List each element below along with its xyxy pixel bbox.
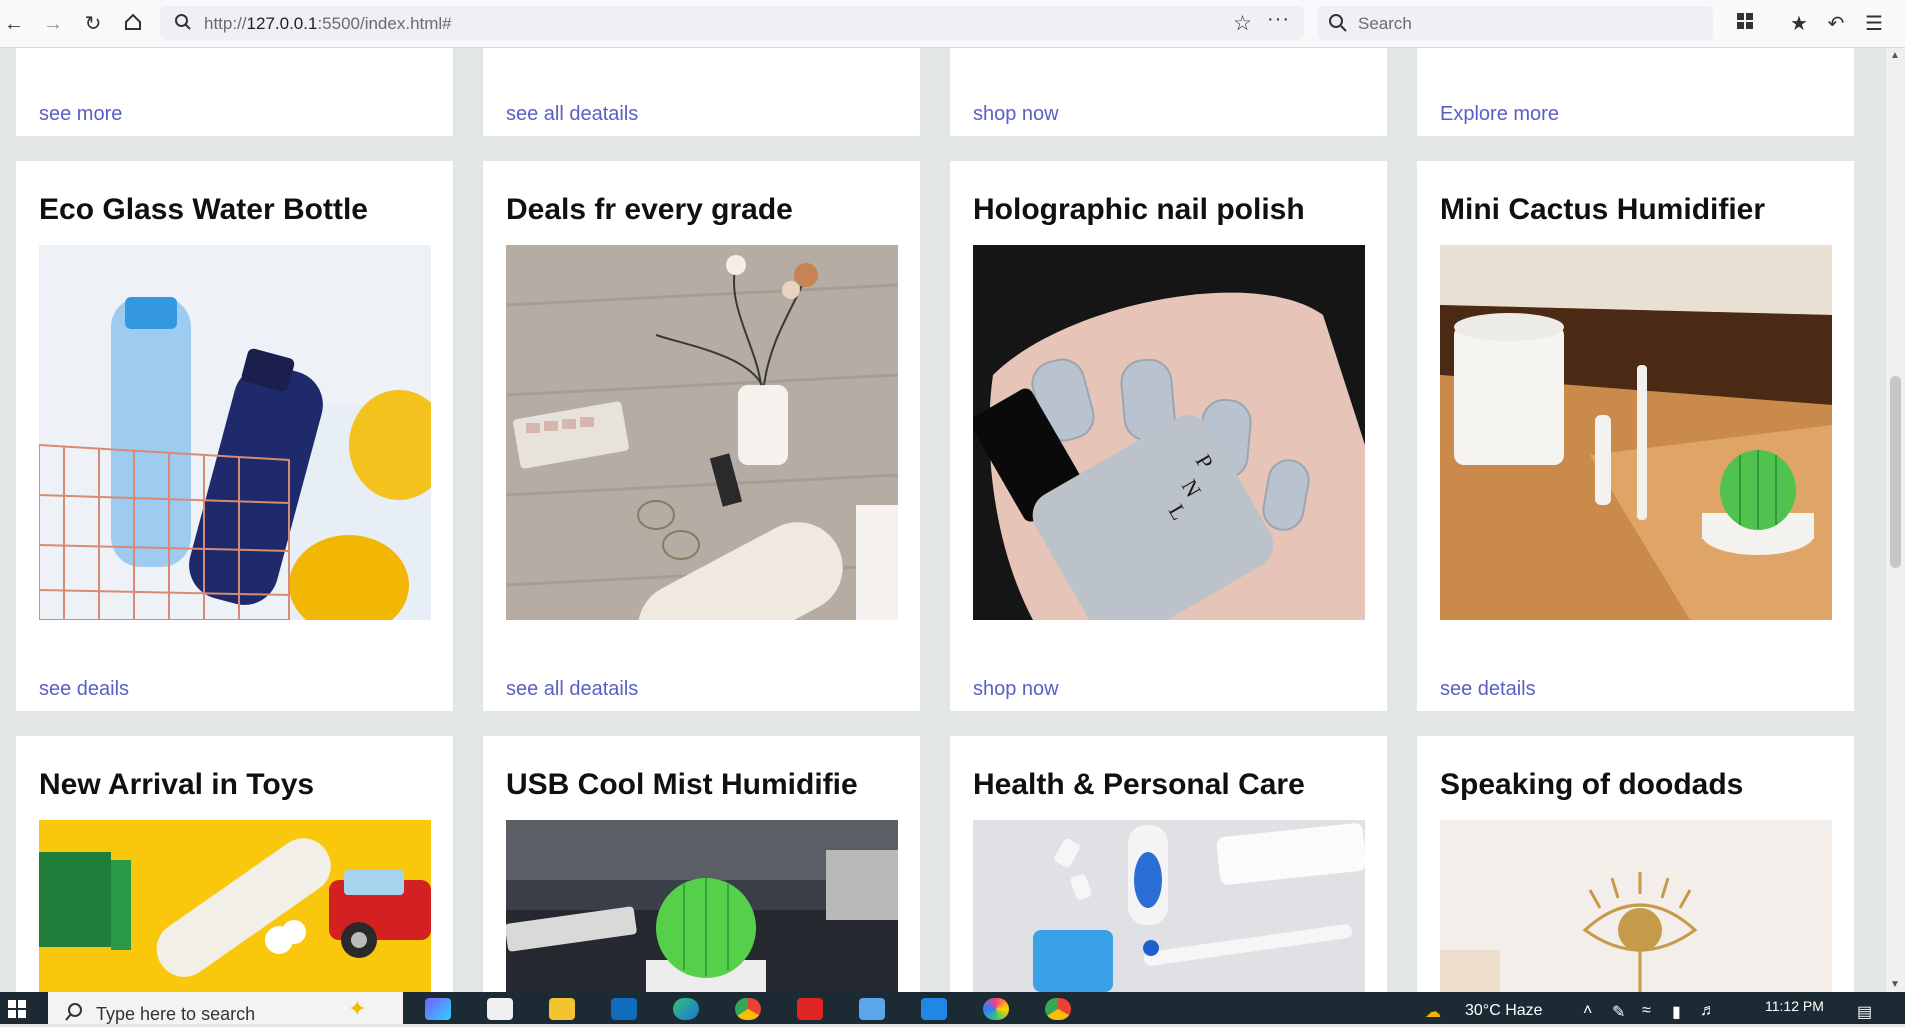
product-card-usb-cool-mist-humidifier: USB Cool Mist Humidifie [483, 736, 920, 992]
history-undo-icon[interactable]: ↶ [1824, 12, 1848, 36]
more-actions-icon[interactable]: ··· [1267, 8, 1290, 31]
wifi-icon[interactable]: ≈ [1642, 1002, 1651, 1020]
address-bar[interactable]: http://127.0.0.1:5500/index.html# ☆ ··· [160, 6, 1304, 40]
volume-icon[interactable]: ♬ [1700, 1002, 1716, 1020]
product-card: shop now [950, 48, 1387, 136]
see-all-details-link[interactable]: see all deatails [506, 103, 638, 126]
deals-every-grade-image[interactable] [506, 245, 898, 620]
wps-office-app-icon[interactable] [797, 998, 823, 1020]
page-content: see more see all deatails shop now Explo… [0, 48, 1886, 992]
taskbar-search-box[interactable]: Type here to search ✦ [48, 992, 403, 1024]
firefox-app-icon[interactable] [983, 998, 1009, 1020]
card-title: Mini Cactus Humidifier [1440, 193, 1766, 226]
card-title: Holographic nail polish [973, 193, 1305, 226]
product-card-deals-every-grade: Deals fr every grade see all deatails [483, 161, 920, 711]
mini-cactus-humidifier-image[interactable] [1440, 245, 1832, 620]
chrome-app-icon[interactable] [735, 998, 761, 1020]
weather-icon: ☁ [1425, 1004, 1441, 1021]
product-card-health-personal-care: Health & Personal Care [950, 736, 1387, 992]
battery-icon[interactable]: ▮ [1672, 1002, 1681, 1022]
explore-more-link[interactable]: Explore more [1440, 103, 1559, 126]
scrollbar-thumb[interactable] [1890, 376, 1901, 568]
weather-text[interactable]: 30°C Haze [1465, 1002, 1543, 1020]
product-card: see more [16, 48, 453, 136]
browser-toolbar: ← → ↻ http://127.0.0.1:5500/index.html# … [0, 0, 1905, 48]
notes-app-icon[interactable] [859, 998, 885, 1020]
scroll-up-arrow-icon[interactable]: ▲ [1890, 50, 1900, 61]
see-details-link[interactable]: see details [1440, 678, 1536, 701]
card-title: USB Cool Mist Humidifie [506, 768, 858, 801]
new-arrival-toys-image[interactable] [39, 820, 431, 992]
card-title: New Arrival in Toys [39, 768, 315, 801]
health-personal-care-image[interactable] [973, 820, 1365, 992]
product-card-speaking-of-doodads: Speaking of doodads [1417, 736, 1854, 992]
reload-icon[interactable]: ↻ [81, 12, 105, 36]
forward-arrow-icon[interactable]: → [41, 12, 65, 36]
usb-cool-mist-humidifier-image[interactable] [506, 820, 898, 992]
see-more-link[interactable]: see more [39, 103, 122, 126]
taskbar-search-placeholder: Type here to search [96, 1004, 256, 1024]
product-card-mini-cactus-humidifier: Mini Cactus Humidifier see details [1417, 161, 1854, 711]
product-card: see all deatails [483, 48, 920, 136]
card-title: Eco Glass Water Bottle [39, 193, 368, 226]
scroll-down-arrow-icon[interactable]: ▼ [1890, 979, 1900, 990]
pen-icon[interactable]: ✎ [1612, 1002, 1625, 1022]
see-details-link[interactable]: see deails [39, 678, 129, 701]
url-text: http://127.0.0.1:5500/index.html# [204, 14, 452, 33]
product-card: Explore more [1417, 48, 1854, 136]
sparkle-icon: ✦ [348, 996, 367, 1021]
holographic-nail-polish-image[interactable]: LNP [973, 245, 1365, 620]
card-title: Health & Personal Care [973, 768, 1305, 801]
eco-glass-bottle-image[interactable] [39, 245, 431, 620]
show-hidden-icons-chevron-icon[interactable]: ˄ [1583, 1002, 1592, 1020]
shop-now-link[interactable]: shop now [973, 103, 1059, 126]
clock-time[interactable]: 11:12 PM [1765, 998, 1824, 1014]
copilot-app-icon[interactable] [425, 998, 451, 1020]
search-icon [1328, 13, 1348, 38]
search-bar[interactable]: Search [1318, 6, 1713, 40]
windows-start-icon[interactable] [8, 1000, 26, 1023]
search-icon [64, 1002, 84, 1027]
menu-hamburger-icon[interactable]: ☰ [1862, 12, 1886, 36]
search-placeholder: Search [1358, 14, 1412, 33]
extensions-grid-icon[interactable] [1733, 12, 1757, 36]
notification-center-icon[interactable]: ▤ [1857, 1002, 1872, 1022]
card-title: Speaking of doodads [1440, 768, 1744, 801]
home-icon[interactable] [121, 12, 145, 36]
card-title: Deals fr every grade [506, 193, 793, 226]
back-arrow-icon[interactable]: ← [2, 12, 26, 36]
windows-taskbar: Type here to search ✦ ☁ 30°C Haze ˄ ✎ ≈ … [0, 992, 1905, 1024]
speaking-of-doodads-image[interactable] [1440, 820, 1832, 992]
edge-browser-app-icon[interactable] [673, 998, 699, 1020]
chrome-app-icon[interactable] [1045, 998, 1071, 1020]
file-explorer-app-icon[interactable] [549, 998, 575, 1020]
see-all-details-link[interactable]: see all deatails [506, 678, 638, 701]
bookmarks-list-icon[interactable]: ★ [1787, 12, 1811, 36]
vscode-app-icon[interactable] [921, 998, 947, 1020]
product-card-eco-glass-bottle: Eco Glass Water Bottle see deails [16, 161, 453, 711]
product-card-new-arrival-toys: New Arrival in Toys [16, 736, 453, 992]
page-scrollbar[interactable]: ▲ ▼ [1886, 48, 1905, 992]
shop-now-link[interactable]: shop now [973, 678, 1059, 701]
search-icon [174, 13, 192, 36]
bookmark-star-icon[interactable]: ☆ [1233, 11, 1252, 36]
outlook-app-icon[interactable] [611, 998, 637, 1020]
product-card-holographic-nail-polish: Holographic nail polish LNP shop now [950, 161, 1387, 711]
microsoft-store-app-icon[interactable] [487, 998, 513, 1020]
